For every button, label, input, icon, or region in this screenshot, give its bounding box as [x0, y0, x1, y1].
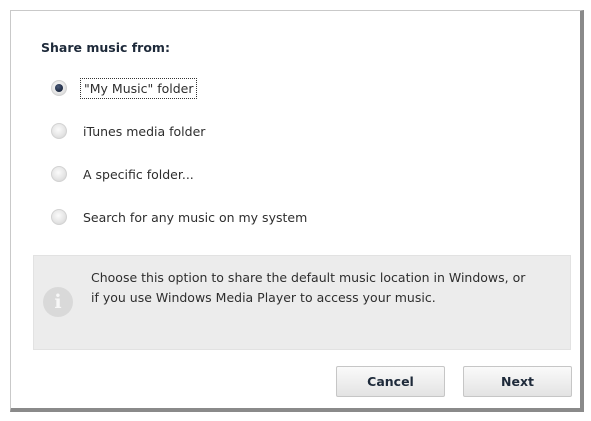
cancel-button[interactable]: Cancel	[336, 366, 445, 397]
info-icon: i	[43, 287, 73, 317]
next-button[interactable]: Next	[463, 366, 572, 397]
info-panel: i Choose this option to share the defaul…	[33, 255, 571, 350]
radio-button[interactable]	[51, 209, 67, 225]
radio-option-specific-folder[interactable]: A specific folder...	[51, 161, 197, 187]
radio-label[interactable]: Search for any music on my system	[80, 208, 310, 227]
radio-label[interactable]: iTunes media folder	[80, 122, 208, 141]
radio-option-itunes[interactable]: iTunes media folder	[51, 118, 208, 144]
info-description: Choose this option to share the default …	[91, 270, 526, 305]
radio-label[interactable]: "My Music" folder	[80, 77, 198, 99]
radio-label[interactable]: A specific folder...	[80, 165, 197, 184]
radio-button[interactable]	[51, 166, 67, 182]
radio-option-search-system[interactable]: Search for any music on my system	[51, 204, 310, 230]
radio-button[interactable]	[51, 123, 67, 139]
share-music-dialog: Share music from: "My Music" folder iTun…	[10, 10, 584, 412]
radio-option-my-music[interactable]: "My Music" folder	[51, 75, 198, 101]
radio-button-selected[interactable]	[51, 80, 67, 96]
section-heading: Share music from:	[41, 40, 170, 55]
